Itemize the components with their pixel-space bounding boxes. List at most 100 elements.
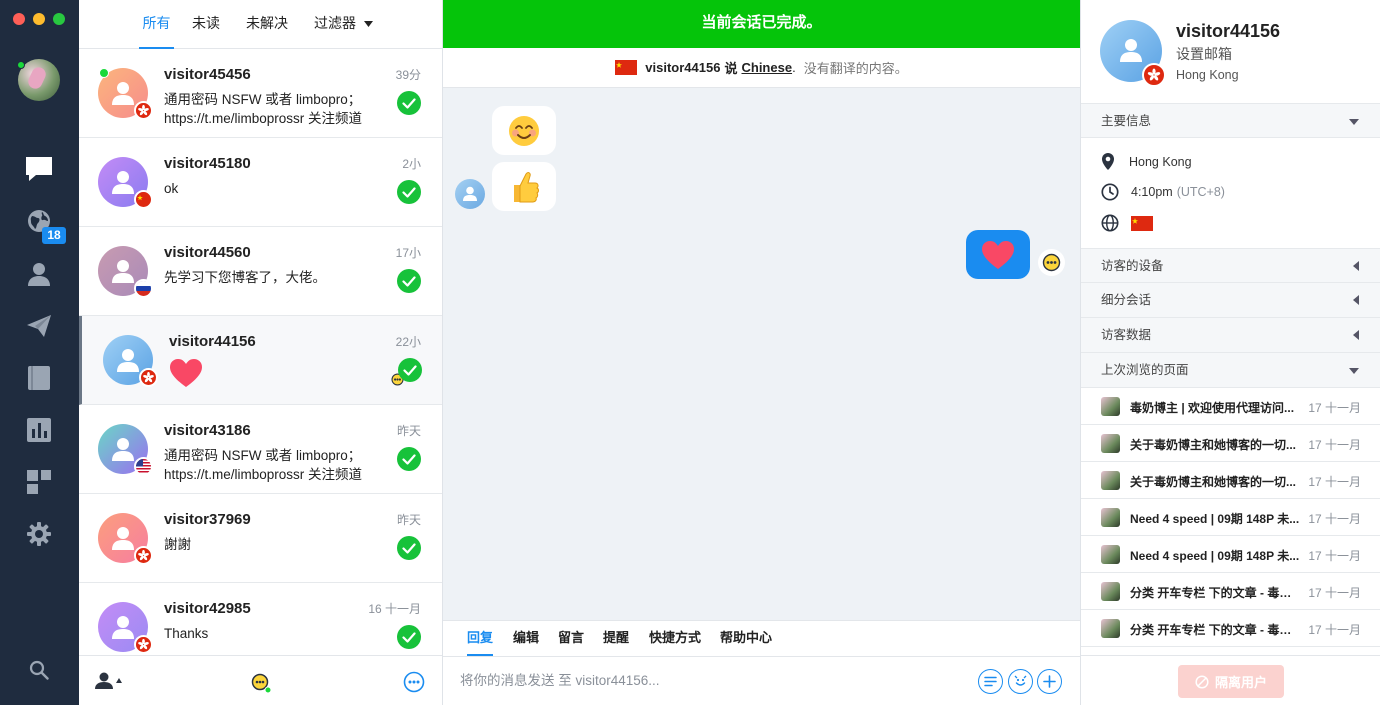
browsed-page-item[interactable]: 关于毒奶博主和她博客的一切... 17 十一月 [1081,425,1380,462]
chat-panel: 当前会话已完成。 visitor44156 说 Chinese. 没有翻译的内容… [443,0,1080,705]
language-notice: visitor44156 说 Chinese. 没有翻译的内容。 [443,48,1080,88]
visitor-name: visitor44156 [1176,21,1281,41]
conversation-visitor-name: visitor37969 [164,511,251,528]
browsed-page-item[interactable]: 分类 开车专栏 下的文章 - 毒奶... 17 十一月 [1081,573,1380,610]
location-pin-icon [1102,153,1114,170]
resolved-check-icon[interactable] [397,269,421,293]
conversation-visitor-name: visitor44560 [164,244,251,261]
person-placeholder-icon [117,348,139,372]
browsed-page-item[interactable]: Need 4 speed | 09期 148P 未... 17 十一月 [1081,536,1380,573]
message-line-2: https://t.me/limboprossr 关注频道 [164,111,363,126]
resolved-check-icon[interactable] [397,447,421,471]
language-visitor-name: visitor44156 [645,60,721,75]
segments-section-header[interactable]: 细分会话 [1081,283,1380,318]
conversation-last-message [169,358,384,388]
shortcuts-tab[interactable]: 快捷方式 [649,621,701,656]
resolved-check-icon[interactable] [397,625,421,649]
browsed-page-item[interactable]: 分类 开车专栏 下的文章 - 毒奶... 17 十一月 [1081,610,1380,647]
message-bubble-heart[interactable] [966,230,1030,279]
settings-gear-icon[interactable] [24,519,54,549]
last-pages-section-header[interactable]: 上次浏览的页面 [1081,353,1380,388]
hong-kong-flag-icon [134,546,153,565]
edit-tab[interactable]: 编辑 [513,621,539,656]
close-window-button[interactable] [13,13,25,25]
conversation-visitor-name: visitor45180 [164,155,251,172]
zoom-window-button[interactable] [53,13,65,25]
conversation-time: 17小 [395,246,421,260]
chevron-down-icon [1349,119,1359,125]
filter-all-tab[interactable]: 所有 [139,0,174,49]
conversation-item[interactable]: visitor43186 昨天 通用密码 NSFW 或者 limbopro； h… [79,405,442,494]
analytics-icon[interactable] [24,415,54,445]
message-line-1: ok [164,181,179,196]
chats-icon[interactable] [24,154,54,184]
block-user-button[interactable]: 隔离用户 [1178,665,1284,698]
message-line-1: Thanks [164,626,209,641]
emoji-picker-icon[interactable] [1008,669,1033,694]
customers-icon[interactable] [24,259,54,289]
conversation-last-message: 先学习下您博客了，大佬。 [164,268,379,287]
plugins-icon[interactable] [24,467,54,497]
conversation-list-panel: 所有 未读 未解决 过滤器 visitor45456 39分 通用密码 NSFW… [79,0,443,705]
search-icon[interactable] [24,655,54,685]
main-info-section-header[interactable]: 主要信息 [1081,103,1380,138]
city-value: Hong Kong [1129,154,1192,169]
conversation-time: 39分 [395,68,421,82]
page-thumbnail [1101,545,1120,564]
conversation-item[interactable]: visitor44156 22小 [79,316,442,405]
page-title: Need 4 speed | 09期 148P 未... [1130,512,1300,526]
filter-unread-tab[interactable]: 未读 [192,0,220,49]
message-bubble-thumbsup[interactable] [492,162,556,211]
attach-plus-icon[interactable] [1037,669,1062,694]
chatbot-status-icon[interactable] [251,673,271,693]
language-link[interactable]: Chinese [741,60,792,75]
conversation-item[interactable]: visitor45456 39分 通用密码 NSFW 或者 limbopro； … [79,49,442,138]
send-campaign-icon[interactable] [24,311,54,341]
message-bubble-smile[interactable] [492,106,556,155]
note-tab[interactable]: 留言 [558,621,584,656]
usa-flag-icon [134,457,153,476]
person-placeholder-icon [112,81,134,105]
person-placeholder-icon [463,186,477,201]
reminder-tab[interactable]: 提醒 [603,621,629,656]
resolved-check-icon[interactable] [397,91,421,115]
filter-unresolved-tab[interactable]: 未解决 [246,0,288,49]
knowledge-base-icon[interactable] [24,363,54,393]
resolved-check-icon[interactable] [397,180,421,204]
filter-dropdown[interactable]: 过滤器 [314,0,373,49]
conversation-item[interactable]: visitor44560 17小 先学习下您博客了，大佬。 [79,227,442,316]
heart-emoji [982,240,1014,269]
minimize-window-button[interactable] [33,13,45,25]
resolved-check-icon[interactable] [398,358,422,382]
visitor-avatar-large [1100,20,1166,87]
language-row [1101,214,1153,232]
conversation-item[interactable]: visitor45180 2小 ok [79,138,442,227]
conversation-last-message: ok [164,179,379,198]
message-line-2: https://t.me/limboprossr 关注频道 [164,467,363,482]
conversation-visitor-name: visitor45456 [164,66,251,83]
browsed-page-item[interactable]: 关于毒奶博主和她博客的一切... 17 十一月 [1081,462,1380,499]
conversation-resolved-banner: 当前会话已完成。 [443,0,1080,48]
globe-icon [1101,214,1119,232]
says-label: 说 [724,61,738,76]
message-input[interactable] [460,665,960,695]
more-options-icon[interactable] [403,671,425,693]
visitor-details-panel: visitor44156 设置邮箱 Hong Kong 主要信息 Hong Ko… [1080,0,1380,705]
hong-kong-flag-icon [139,368,158,387]
browsed-page-item[interactable]: 毒奶博主 | 欢迎使用代理访问... 17 十一月 [1081,388,1380,425]
smiling-face-emoji [509,115,539,146]
quick-replies-icon[interactable] [978,669,1003,694]
conversation-last-message: 通用密码 NSFW 或者 limbopro； https://t.me/limb… [164,446,379,484]
visitor-data-section-header[interactable]: 访客数据 [1081,318,1380,353]
page-date: 17 十一月 [1308,438,1361,452]
availability-menu[interactable] [95,672,122,689]
conversation-item[interactable]: visitor37969 昨天 謝謝 [79,494,442,583]
set-email-link[interactable]: 设置邮箱 [1176,44,1232,64]
page-title: 关于毒奶博主和她博客的一切... [1130,475,1297,489]
browsed-page-item[interactable]: Need 4 speed | 09期 148P 未... 17 十一月 [1081,499,1380,536]
resolved-check-icon[interactable] [397,536,421,560]
helpdesk-tab[interactable]: 帮助中心 [720,621,772,656]
devices-section-header[interactable]: 访客的设备 [1081,248,1380,283]
reply-tab[interactable]: 回复 [467,621,494,656]
person-placeholder-icon [112,259,134,283]
